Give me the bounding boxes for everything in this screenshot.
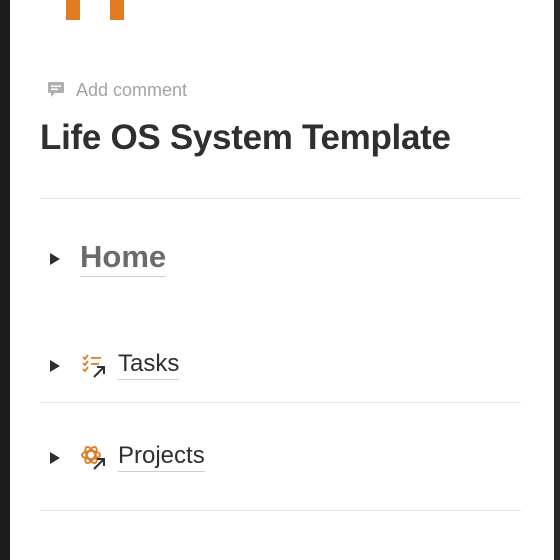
toggle-arrow-icon[interactable] xyxy=(50,252,60,265)
page-icon[interactable] xyxy=(66,0,124,22)
checklist-arrow-icon xyxy=(82,354,105,378)
divider xyxy=(40,510,521,511)
page-frame: Add comment Life OS System Template Home… xyxy=(10,0,554,560)
toggle-tasks-label[interactable]: Tasks xyxy=(118,350,180,381)
comment-icon xyxy=(48,82,64,97)
divider xyxy=(40,402,521,403)
toggle-home[interactable]: Home xyxy=(50,239,167,278)
add-comment-button[interactable]: Add comment xyxy=(46,79,187,101)
toggle-home-label[interactable]: Home xyxy=(80,239,167,278)
toggle-arrow-icon[interactable] xyxy=(50,359,60,372)
add-comment-label: Add comment xyxy=(76,79,188,100)
toggle-projects-label[interactable]: Projects xyxy=(118,442,205,473)
window-edge xyxy=(554,0,560,560)
atom-arrow-icon xyxy=(81,445,105,470)
divider xyxy=(40,198,521,199)
toggle-arrow-icon[interactable] xyxy=(50,451,60,464)
page-title: Life OS System Template xyxy=(40,118,451,157)
toggle-projects[interactable]: Projects xyxy=(50,442,205,473)
toggle-tasks[interactable]: Tasks xyxy=(50,350,180,381)
